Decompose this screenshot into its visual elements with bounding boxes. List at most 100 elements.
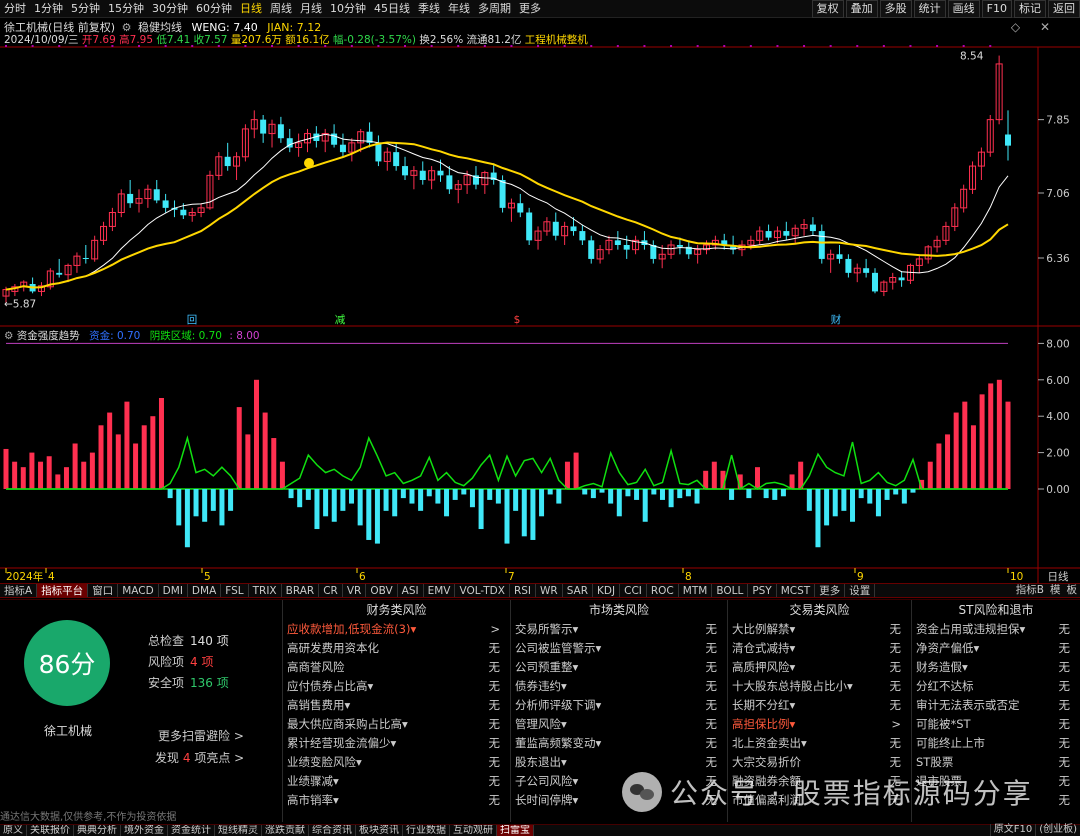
indicator-tab-right-2[interactable]: 板	[1064, 583, 1080, 598]
indicator-tab-7[interactable]: TRIX	[249, 584, 282, 597]
risk-item[interactable]: 十大股东总持股占比小▾ 无	[728, 677, 911, 696]
bottom-tab-3[interactable]: 境外资金	[121, 825, 168, 836]
risk-item[interactable]: 高质押风险▾ 无	[728, 658, 911, 677]
indicator-tab-19[interactable]: CCI	[620, 584, 647, 597]
flow-bar	[305, 489, 311, 500]
indicator-tab-14[interactable]: VOL-TDX	[455, 584, 510, 597]
price-chart[interactable]: 7.85 7.06 6.36 8.54 ←5.87 回 减 $ 财 8.00 6.00 4.00 2.0…	[0, 0, 1080, 583]
indicator-tab-22[interactable]: BOLL	[712, 584, 749, 597]
bottom-right-tab-1[interactable]: (创业板)	[1035, 824, 1080, 836]
more-scan-link[interactable]: 更多扫雷避险 >	[158, 727, 244, 744]
indicator-title[interactable]: 资金强度趋势	[17, 330, 80, 342]
indicator-tab-15[interactable]: RSI	[510, 584, 536, 597]
risk-item-label: 高市销率▾	[287, 793, 339, 807]
bottom-tab-5[interactable]: 短线精灵	[215, 825, 262, 836]
indicator-tab-6[interactable]: FSL	[221, 584, 249, 597]
indicator-tab-20[interactable]: ROC	[647, 584, 679, 597]
indicator-tab-13[interactable]: EMV	[424, 584, 456, 597]
risk-item[interactable]: 应付债券占比高▾ 无	[283, 677, 510, 696]
indicator-value-b: 阴跌区域: 0.70	[149, 330, 222, 342]
indicator-tab-17[interactable]: SAR	[563, 584, 594, 597]
candle-body	[623, 245, 630, 250]
indicator-tab-18[interactable]: KDJ	[593, 584, 621, 597]
risk-item-status: >	[891, 717, 901, 731]
flow-bar	[158, 398, 164, 489]
candle-body	[783, 231, 790, 236]
signal-dot	[350, 45, 353, 47]
risk-item[interactable]: 可能被*ST 无	[912, 715, 1080, 734]
risk-item[interactable]: 清仓式减持▾ 无	[728, 639, 911, 658]
risk-item-status: 无	[1058, 736, 1071, 750]
indicator-value-c: : 8.00	[229, 330, 260, 342]
risk-item[interactable]: 业绩骤减▾ 无	[283, 772, 510, 791]
risk-item[interactable]: 债券违约▾ 无	[511, 677, 727, 696]
risk-item[interactable]: 交易所警示▾ 无	[511, 620, 727, 639]
risk-item[interactable]: 公司被监管警示▾ 无	[511, 639, 727, 658]
bottom-tab-7[interactable]: 综合资讯	[309, 825, 356, 836]
risk-item[interactable]: 资金占用或违规担保▾ 无	[912, 620, 1080, 639]
bottom-tab-2[interactable]: 典典分析	[74, 825, 121, 836]
indicator-tab-right-0[interactable]: 指标B	[1013, 583, 1047, 598]
flow-bar	[867, 489, 873, 504]
indicator-tab-2[interactable]: 窗口	[88, 584, 119, 597]
signal-dot	[483, 45, 486, 47]
risk-item[interactable]: 可能终止上市 无	[912, 734, 1080, 753]
indicator-tab-23[interactable]: PSY	[748, 584, 777, 597]
indicator-tab-11[interactable]: OBV	[366, 584, 398, 597]
risk-item[interactable]: 高商誉风险 无	[283, 658, 510, 677]
risk-item[interactable]: 高研发费用资本化 无	[283, 639, 510, 658]
indicator-tab-25[interactable]: 更多	[815, 584, 846, 597]
risk-item[interactable]: 最大供应商采购占比高▾ 无	[283, 715, 510, 734]
flow-bar	[927, 461, 933, 489]
risk-item[interactable]: 公司预重整▾ 无	[511, 658, 727, 677]
bottom-tab-0[interactable]: 原义	[0, 825, 27, 836]
risk-item[interactable]: 长期不分红▾ 无	[728, 696, 911, 715]
bottom-tab-10[interactable]: 互动观研	[450, 825, 497, 836]
risk-item[interactable]: 董监高频繁变动▾ 无	[511, 734, 727, 753]
indicator-tab-10[interactable]: VR	[343, 584, 367, 597]
indicator-tab-9[interactable]: CR	[319, 584, 343, 597]
indicator-tab-24[interactable]: MCST	[777, 584, 816, 597]
risk-item[interactable]: 累计经营现金流偏少▾ 无	[283, 734, 510, 753]
bottom-tab-4[interactable]: 资金统计	[168, 825, 215, 836]
indicator-tab-5[interactable]: DMA	[188, 584, 222, 597]
bottom-tab-1[interactable]: 关联报价	[27, 825, 74, 836]
risk-item[interactable]: 高市销率▾ 无	[283, 791, 510, 810]
risk-item[interactable]: 应收款增加,低现金流(3)▾ >	[283, 620, 510, 639]
indicator-tab-4[interactable]: DMI	[159, 584, 188, 597]
risk-item[interactable]: 分红不达标 无	[912, 677, 1080, 696]
bottom-tab-8[interactable]: 板块资讯	[356, 825, 403, 836]
highlights-link[interactable]: 发现 4 项亮点 >	[155, 749, 244, 766]
risk-item[interactable]: 业绩变脸风险▾ 无	[283, 753, 510, 772]
indicator-tab-8[interactable]: BRAR	[282, 584, 320, 597]
risk-item-status: 无	[889, 679, 902, 693]
risk-item[interactable]: 净资产偏低▾ 无	[912, 639, 1080, 658]
risk-item[interactable]: 高销售费用▾ 无	[283, 696, 510, 715]
risk-item-label: 累计经营现金流偏少▾	[287, 736, 397, 750]
bottom-tab-9[interactable]: 行业数据	[403, 825, 450, 836]
risk-item[interactable]: 北上资金卖出▾ 无	[728, 734, 911, 753]
indicator-tab-right-1[interactable]: 模	[1047, 583, 1064, 598]
indicator-tab-0[interactable]: 指标A	[0, 584, 38, 597]
gear-icon[interactable]: ⚙	[4, 330, 13, 342]
risk-item[interactable]: 高担保比例▾ >	[728, 715, 911, 734]
indicator-tab-26[interactable]: 设置	[845, 584, 876, 597]
risk-item-label: 十大股东总持股占比小▾	[732, 679, 853, 693]
risk-item[interactable]: 分析师评级下调▾ 无	[511, 696, 727, 715]
date-axis-label: 9	[857, 571, 864, 583]
flow-bar	[832, 489, 838, 517]
indicator-tab-12[interactable]: ASI	[398, 584, 424, 597]
indicator-tab-21[interactable]: MTM	[679, 584, 713, 597]
risk-item[interactable]: 财务造假▾ 无	[912, 658, 1080, 677]
flow-bar	[608, 489, 614, 504]
indicator-tab-1[interactable]: 指标平台	[37, 584, 89, 597]
bottom-tab-6[interactable]: 涨跌贡献	[262, 825, 309, 836]
indicator-tab-16[interactable]: WR	[536, 584, 563, 597]
indicator-tab-3[interactable]: MACD	[118, 584, 159, 597]
bottom-right-tab-0[interactable]: 原文F10	[989, 824, 1035, 836]
risk-item[interactable]: 管理风险▾ 无	[511, 715, 727, 734]
risk-item-status: >	[490, 622, 500, 636]
risk-item[interactable]: 审计无法表示或否定 无	[912, 696, 1080, 715]
risk-item[interactable]: 大比例解禁▾ 无	[728, 620, 911, 639]
bottom-tab-11[interactable]: 扫雷宝	[497, 825, 534, 836]
